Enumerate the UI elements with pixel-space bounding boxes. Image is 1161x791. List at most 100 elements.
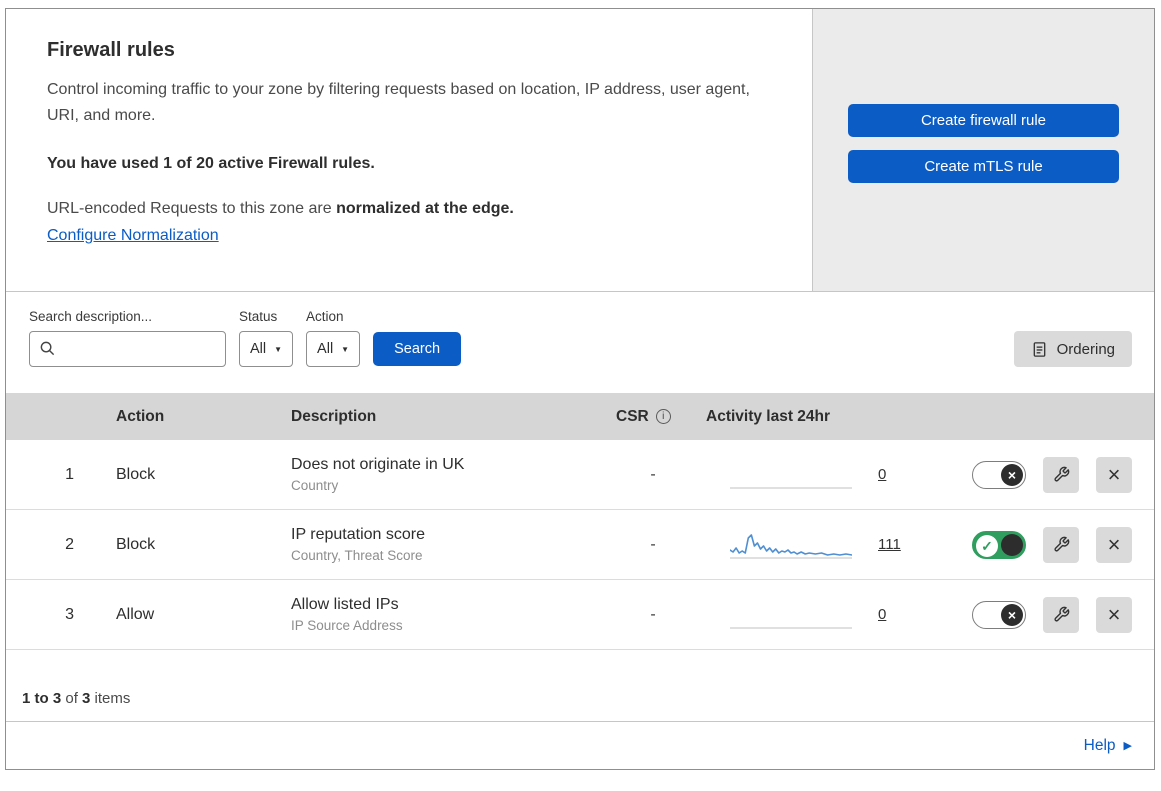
actions-panel: Create firewall rule Create mTLS rule <box>813 9 1154 291</box>
status-dropdown-value: All <box>250 341 267 357</box>
search-input[interactable] <box>29 331 226 367</box>
rule-priority: 3 <box>65 605 74 623</box>
normalization-bold-text: normalized at the edge. <box>336 199 514 217</box>
page-description: Control incoming traffic to your zone by… <box>47 81 750 124</box>
help-link-label: Help <box>1083 736 1116 754</box>
col-activity: Activity last 24hr <box>706 407 831 425</box>
edit-rule-button[interactable] <box>1043 526 1079 563</box>
activity-sparkline <box>730 533 852 559</box>
items-text: items <box>90 690 131 707</box>
rule-description-text: Does not originate in UK <box>291 456 465 473</box>
status-label: Status <box>239 309 278 324</box>
activity-count-link[interactable]: 0 <box>878 466 886 483</box>
delete-rule-button[interactable]: × <box>1096 596 1132 633</box>
rule-enable-toggle[interactable]: × <box>972 600 1026 629</box>
rule-csr-value: - <box>650 605 656 623</box>
rule-description: Does not originate in UK Country <box>275 456 600 493</box>
col-csr: CSR i <box>600 408 690 426</box>
rule-priority: 2 <box>65 535 74 553</box>
edit-rule-button[interactable] <box>1043 456 1079 493</box>
rule-controls: ✓ × <box>930 526 1154 563</box>
rule-activity: 0 <box>690 600 930 630</box>
activity-count-link[interactable]: 0 <box>878 606 886 623</box>
close-icon: × <box>1107 601 1121 627</box>
rule-action: Block <box>116 465 156 483</box>
rule-enable-toggle[interactable]: ✓ <box>972 530 1026 559</box>
usage-summary: You have used 1 of 20 active Firewall ru… <box>47 154 375 172</box>
chevron-down-icon: ▼ <box>341 344 350 354</box>
x-icon: × <box>1001 603 1023 626</box>
toggle-knob <box>1001 533 1023 556</box>
chevron-down-icon: ▼ <box>274 344 283 354</box>
table-row: 3 Allow Allow listed IPs IP Source Addre… <box>6 580 1154 650</box>
header-section: Firewall rules Control incoming traffic … <box>6 9 1154 292</box>
wrench-icon <box>1053 606 1069 622</box>
rule-action: Allow <box>116 605 155 623</box>
rule-activity: 111 <box>690 530 930 560</box>
action-dropdown[interactable]: All ▼ <box>306 331 361 367</box>
ordering-button-label: Ordering <box>1056 340 1115 358</box>
rule-priority: 1 <box>65 465 74 483</box>
rule-action: Block <box>116 535 156 553</box>
check-icon: ✓ <box>976 534 998 557</box>
wrench-icon <box>1053 536 1069 552</box>
rule-description-text: IP reputation score <box>291 526 426 543</box>
rule-controls: × × <box>930 456 1154 493</box>
action-dropdown-value: All <box>317 341 334 357</box>
rule-enable-toggle[interactable]: × <box>972 460 1026 489</box>
rule-csr-value: - <box>650 465 656 483</box>
delete-rule-button[interactable]: × <box>1096 456 1132 493</box>
action-group: Action All ▼ <box>306 309 361 367</box>
page-title: Firewall rules <box>47 39 175 61</box>
table-row: 2 Block IP reputation score Country, Thr… <box>6 510 1154 580</box>
status-group: Status All ▼ <box>239 309 294 367</box>
search-label: Search description... <box>29 309 153 324</box>
rule-criteria: Country, Threat Score <box>291 548 423 563</box>
col-description: Description <box>291 407 377 425</box>
intro-card: Firewall rules Control incoming traffic … <box>6 9 813 291</box>
search-group: Search description... <box>29 309 226 367</box>
rule-criteria: IP Source Address <box>291 618 403 633</box>
table-header: Action Description CSR i Activity last 2… <box>6 393 1154 440</box>
list-document-icon <box>1033 341 1045 357</box>
edit-rule-button[interactable] <box>1043 596 1079 633</box>
status-dropdown[interactable]: All ▼ <box>239 331 294 367</box>
delete-rule-button[interactable]: × <box>1096 526 1132 563</box>
action-label: Action <box>306 309 344 324</box>
filter-bar: Search description... Status All ▼ Actio… <box>6 292 1154 393</box>
help-link[interactable]: Help ▶ <box>1084 737 1132 755</box>
wrench-icon <box>1053 466 1069 482</box>
arrow-right-icon: ▶ <box>1123 740 1132 752</box>
close-icon: × <box>1107 531 1121 557</box>
rule-controls: × × <box>930 596 1154 633</box>
info-icon[interactable]: i <box>655 409 671 424</box>
activity-count-link[interactable]: 111 <box>878 536 901 553</box>
col-action: Action <box>116 407 165 425</box>
create-firewall-rule-button[interactable]: Create firewall rule <box>848 104 1119 137</box>
firewall-rules-page: Firewall rules Control incoming traffic … <box>5 8 1155 770</box>
search-box <box>29 331 226 367</box>
table-row: 1 Block Does not originate in UK Country… <box>6 440 1154 510</box>
normalization-text: URL-encoded Requests to this zone are <box>47 199 337 217</box>
configure-normalization-link[interactable]: Configure Normalization <box>47 227 219 245</box>
rule-csr-value: - <box>650 535 656 553</box>
activity-sparkline <box>730 626 852 629</box>
rule-description: IP reputation score Country, Threat Scor… <box>275 526 600 563</box>
search-icon <box>40 341 55 356</box>
x-icon: × <box>1001 463 1023 486</box>
rule-activity: 0 <box>690 460 930 490</box>
col-csr-label: CSR <box>616 407 649 425</box>
rule-criteria: Country <box>291 478 339 493</box>
ordering-button[interactable]: Ordering <box>1013 331 1132 367</box>
create-mtls-rule-button[interactable]: Create mTLS rule <box>848 150 1119 183</box>
of-text: of <box>61 690 83 707</box>
pagination-summary: 1 to 3 of 3 items <box>6 650 1154 722</box>
rule-description-text: Allow listed IPs <box>291 596 399 613</box>
normalization-note: URL-encoded Requests to this zone are no… <box>47 200 772 218</box>
help-bar: Help ▶ <box>6 722 1154 769</box>
search-button[interactable]: Search <box>373 332 462 366</box>
filter-controls: Search description... Status All ▼ Actio… <box>29 309 462 367</box>
activity-sparkline <box>730 486 852 489</box>
item-range: 1 to 3 <box>22 690 62 707</box>
rule-description: Allow listed IPs IP Source Address <box>275 596 600 633</box>
